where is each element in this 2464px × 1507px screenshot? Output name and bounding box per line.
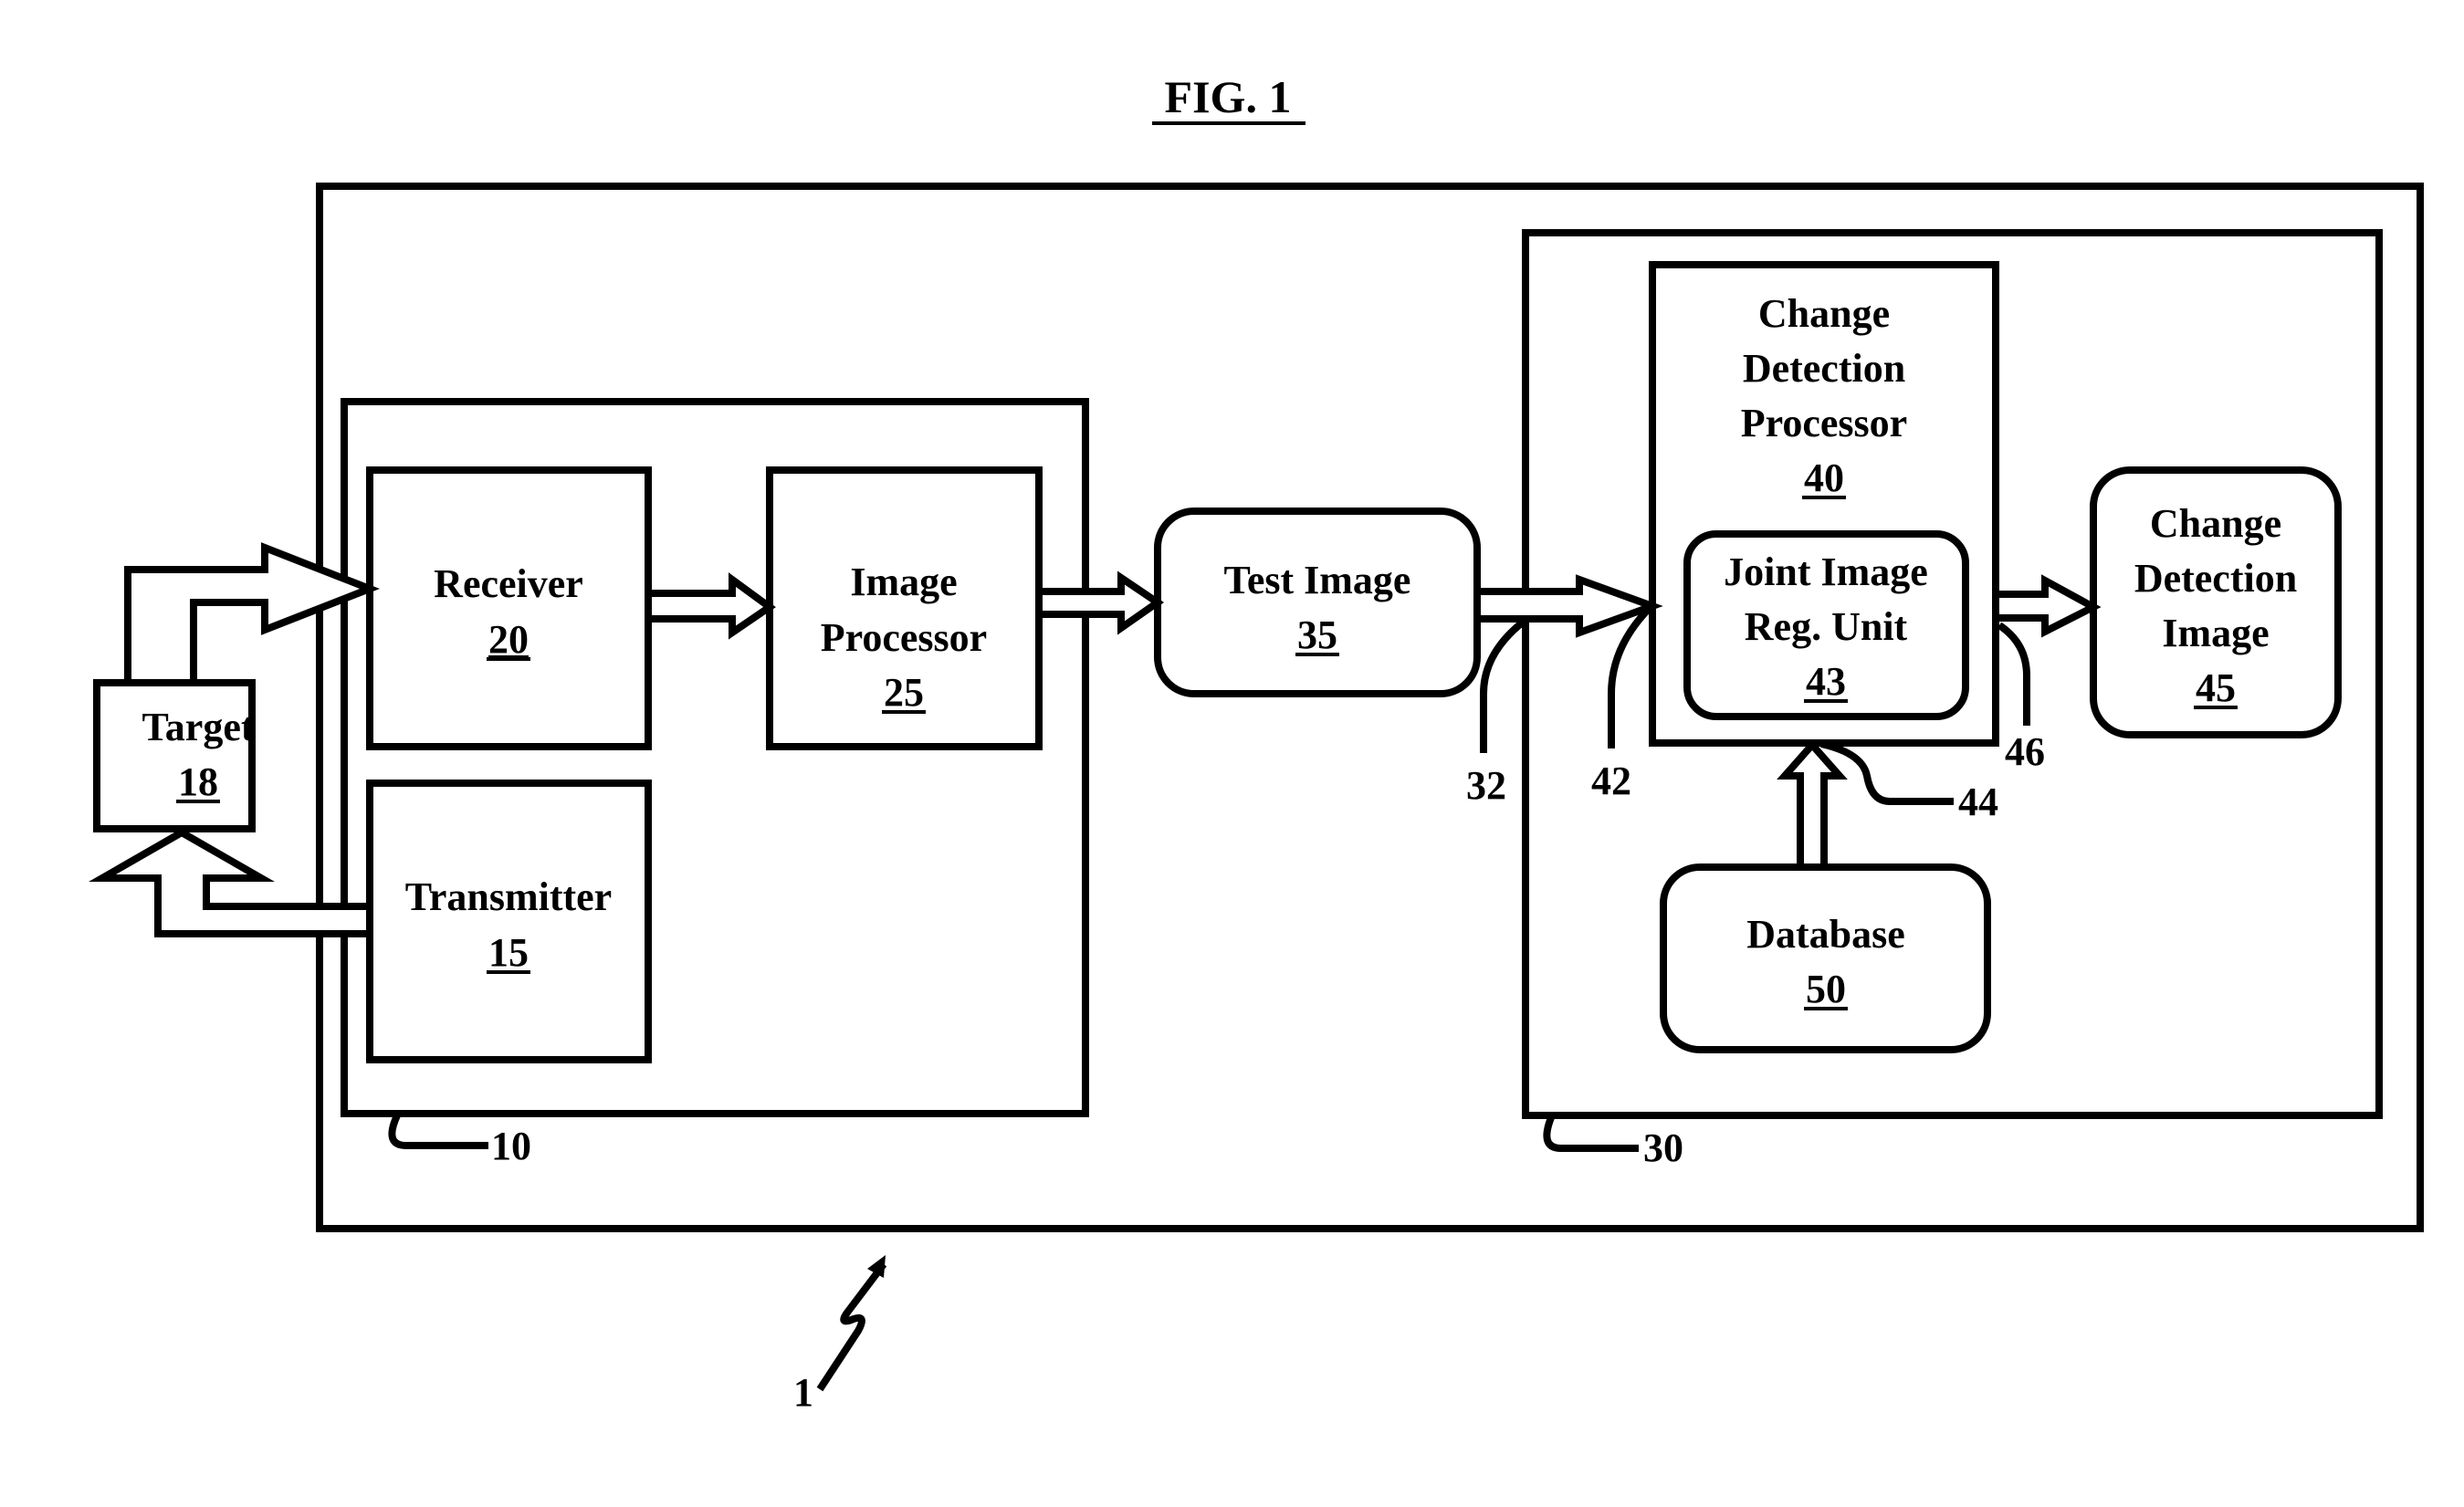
ref-label-1: 1 (793, 1370, 813, 1415)
database-label: Database (1746, 912, 1905, 957)
patent-figure: FIG. 1 Receiver 20 Transmitter 15 Image … (0, 0, 2464, 1502)
test-image-ref: 35 (1297, 612, 1337, 657)
target-block: Target 18 (93, 679, 256, 832)
ref-label-10: 10 (491, 1124, 531, 1168)
figure-title: FIG. 1 (1165, 71, 1292, 122)
transmitter-ref: 15 (488, 930, 529, 975)
image-processor-label-line1: Image (850, 560, 957, 604)
transmitter-label: Transmitter (405, 874, 612, 919)
image-processor-ref: 25 (884, 670, 924, 715)
cdp-label-line2: Detection (1743, 346, 1905, 391)
joint-image-reg-unit-block: Joint Image Reg. Unit 43 (1683, 530, 1969, 720)
ref-label-32: 32 (1466, 763, 1506, 808)
image-processor-label-line2: Processor (821, 615, 987, 660)
jiru-label-line2: Reg. Unit (1745, 604, 1908, 649)
cdi-label-line1: Change (2150, 501, 2281, 546)
jiru-label-line1: Joint Image (1724, 549, 1928, 594)
transmitter-block: Transmitter 15 (366, 780, 652, 1063)
test-image-block: Test Image 35 (1154, 508, 1481, 697)
ref-label-44: 44 (1958, 780, 1998, 824)
ref-label-42: 42 (1591, 759, 1631, 803)
cdp-label-line1: Change (1758, 291, 1890, 336)
change-detection-image-block: Change Detection Image 45 (2090, 466, 2342, 738)
target-label: Target (142, 705, 254, 749)
ref-label-30: 30 (1643, 1125, 1683, 1170)
database-ref: 50 (1806, 967, 1846, 1011)
receiver-ref: 20 (488, 617, 529, 662)
cdi-ref: 45 (2196, 665, 2236, 710)
target-ref: 18 (178, 759, 218, 804)
ref-label-46: 46 (2005, 729, 2045, 774)
diagram-svg: FIG. 1 Receiver 20 Transmitter 15 Image … (89, 71, 2424, 1415)
cdp-ref: 40 (1804, 455, 1844, 500)
cdp-label-line3: Processor (1741, 401, 1907, 445)
database-block: Database 50 (1660, 863, 1991, 1053)
image-processor-block: Image Processor 25 (766, 466, 1043, 750)
jiru-ref: 43 (1806, 659, 1846, 704)
cdi-label-line2: Detection (2134, 556, 2297, 601)
test-image-label: Test Image (1224, 558, 1411, 602)
receiver-label: Receiver (434, 561, 583, 606)
cdi-label-line3: Image (2162, 611, 2269, 655)
leader-1 (816, 1261, 887, 1392)
receiver-block: Receiver 20 (366, 466, 652, 750)
